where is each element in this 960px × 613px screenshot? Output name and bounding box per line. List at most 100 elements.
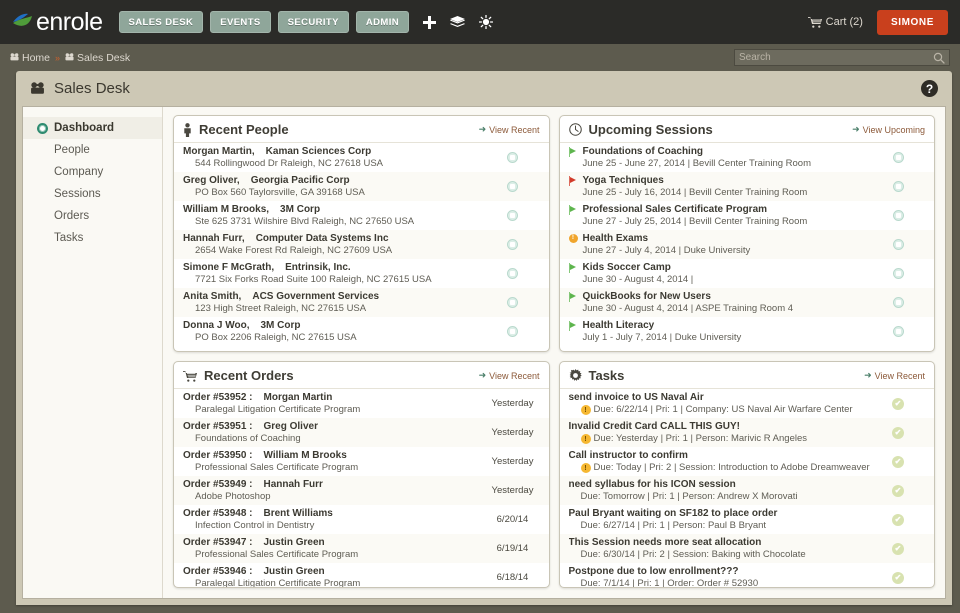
detail-icon[interactable] bbox=[892, 268, 904, 279]
sidebar-item-people[interactable]: People bbox=[23, 139, 162, 161]
help-icon[interactable]: ? bbox=[921, 80, 938, 97]
list-item[interactable]: Order #53950 : William M Brooks Professio… bbox=[174, 447, 549, 476]
list-item[interactable]: Order #53951 : Greg Oliver Foundations of… bbox=[174, 418, 549, 447]
list-item[interactable]: Morgan Martin, Kaman Sciences Corp 544 Ro… bbox=[174, 143, 549, 172]
search-input[interactable] bbox=[739, 52, 933, 63]
detail-icon[interactable] bbox=[507, 326, 518, 337]
complete-task-icon[interactable]: ✔ bbox=[892, 397, 904, 410]
list-item[interactable]: Order #53949 : Hannah Furr Adobe Photosho… bbox=[174, 476, 549, 505]
recent-orders-list: Order #53952 : Morgan Martin Paralegal Li… bbox=[174, 389, 549, 587]
sidebar-item-dashboard[interactable]: Dashboard bbox=[23, 117, 162, 139]
detail-icon[interactable] bbox=[892, 152, 904, 163]
sidebar-item-label: People bbox=[54, 144, 90, 156]
sidebar-item-tasks[interactable]: Tasks bbox=[23, 227, 162, 249]
top-navigation-bar: enrole SALES DESK EVENTS SECURITY ADMIN bbox=[0, 0, 960, 44]
view-recent-people-link[interactable]: ➜ View Recent bbox=[479, 124, 540, 135]
sun-icon[interactable] bbox=[479, 15, 494, 29]
complete-task-icon[interactable]: ✔ bbox=[892, 426, 904, 439]
list-item[interactable]: Postpone due to low enrollment??? Due: 7… bbox=[560, 563, 935, 587]
complete-task-icon[interactable]: ✔ bbox=[892, 513, 904, 526]
list-item[interactable]: Order #53948 : Brent Williams Infection C… bbox=[174, 505, 549, 534]
list-item[interactable]: William M Brooks, 3M Corp Ste 625 3731 Wi… bbox=[174, 201, 549, 230]
list-item[interactable]: Order #53952 : Morgan Martin Paralegal Li… bbox=[174, 389, 549, 418]
card-recent-orders: Recent Orders ➜ View Recent Order #53952… bbox=[173, 361, 550, 588]
view-recent-orders-link[interactable]: ➜ View Recent bbox=[479, 370, 540, 381]
list-item[interactable]: Health Literacy July 1 - July 7, 2014 | … bbox=[560, 317, 935, 346]
logo[interactable]: enrole bbox=[12, 8, 103, 37]
status-flag-green-icon bbox=[568, 320, 578, 331]
complete-task-icon[interactable]: ✔ bbox=[892, 455, 904, 468]
search-bar[interactable] bbox=[734, 49, 950, 66]
list-item[interactable]: Professional Sales Certificate Program J… bbox=[560, 201, 935, 230]
nav-quick-icons bbox=[423, 15, 494, 29]
detail-icon[interactable] bbox=[892, 210, 904, 221]
person-name: Morgan Martin, bbox=[183, 146, 255, 157]
detail-icon[interactable] bbox=[507, 239, 518, 250]
list-item[interactable]: Foundations of Coaching June 25 - June 2… bbox=[560, 143, 935, 172]
session-detail: June 27 - July 4, 2014 | Duke University bbox=[582, 245, 751, 256]
order-number: Order #53952 : bbox=[183, 392, 253, 403]
card-header: Tasks ➜ View Recent bbox=[559, 362, 934, 389]
task-name: send invoice to US Naval Air bbox=[568, 392, 704, 403]
detail-icon[interactable] bbox=[507, 152, 518, 163]
list-item[interactable]: Kids Soccer Camp June 30 - August 4, 201… bbox=[560, 259, 935, 288]
session-detail: June 25 - June 27, 2014 | Bevill Center … bbox=[582, 158, 812, 169]
sidebar-item-orders[interactable]: Orders bbox=[23, 205, 162, 227]
detail-icon[interactable] bbox=[507, 210, 518, 221]
complete-task-icon[interactable]: ✔ bbox=[892, 571, 904, 584]
order-date: 6/18/14 bbox=[496, 572, 529, 583]
nav-button-events[interactable]: EVENTS bbox=[210, 11, 271, 33]
list-item[interactable]: Invalid Credit Card CALL THIS GUY! ! Due:… bbox=[559, 418, 934, 447]
user-menu-button[interactable]: SIMONE bbox=[876, 9, 948, 35]
search-icon[interactable] bbox=[933, 52, 945, 64]
list-item[interactable]: Yoga Techniques June 25 - July 16, 2014 … bbox=[559, 172, 934, 201]
session-name: Professional Sales Certificate Program bbox=[582, 204, 768, 215]
breadcrumb-item-sales-desk[interactable]: Sales Desk bbox=[65, 52, 130, 64]
sidebar-item-sessions[interactable]: Sessions bbox=[23, 183, 162, 205]
complete-task-icon[interactable]: ✔ bbox=[892, 484, 904, 497]
complete-task-icon[interactable]: ✔ bbox=[892, 542, 904, 555]
order-person: William M Brooks bbox=[263, 450, 347, 461]
list-item[interactable]: Donna J Woo, 3M Corp PO Box 2206 Raleigh,… bbox=[174, 317, 549, 346]
layers-icon[interactable] bbox=[450, 15, 466, 29]
plus-icon[interactable] bbox=[423, 15, 437, 29]
leaf-logo-icon bbox=[12, 13, 34, 31]
arrow-right-icon: ➜ bbox=[852, 124, 860, 134]
nav-button-security[interactable]: SECURITY bbox=[277, 11, 349, 33]
list-item[interactable]: Order #53946 : Justin Green Paralegal Lit… bbox=[174, 563, 549, 587]
sidebar-item-company[interactable]: Company bbox=[23, 161, 162, 183]
list-item[interactable]: Anita Smith, ACS Government Services 123 … bbox=[174, 288, 549, 317]
view-recent-tasks-link[interactable]: ➜ View Recent bbox=[864, 370, 925, 381]
list-item[interactable]: Order #53947 : Justin Green Professional … bbox=[174, 534, 549, 563]
detail-icon[interactable] bbox=[892, 297, 904, 308]
dashboard-content: Recent People ➜ View Recent Morgan Marti… bbox=[163, 107, 945, 598]
detail-icon[interactable] bbox=[892, 239, 904, 250]
list-item[interactable]: QuickBooks for New Users June 30 - Augus… bbox=[559, 288, 934, 317]
view-upcoming-sessions-link[interactable]: ➜ View Upcoming bbox=[852, 124, 925, 135]
detail-icon[interactable] bbox=[507, 268, 518, 279]
list-item[interactable]: send invoice to US Naval Air ! Due: 6/22/… bbox=[560, 389, 935, 418]
detail-icon[interactable] bbox=[892, 326, 904, 337]
detail-icon[interactable] bbox=[507, 181, 518, 192]
order-number: Order #53950 : bbox=[183, 450, 253, 461]
list-item[interactable]: This Session needs more seat allocation … bbox=[559, 534, 934, 563]
detail-icon[interactable] bbox=[892, 181, 904, 192]
list-item[interactable]: Simone F McGrath, Entrinsik, Inc. 7721 Si… bbox=[174, 259, 549, 288]
list-item[interactable]: Call instructor to confirm ! Due: Today |… bbox=[560, 447, 935, 476]
list-item[interactable]: need syllabus for his ICON session Due: … bbox=[559, 476, 934, 505]
order-date: 6/20/14 bbox=[496, 514, 529, 525]
card-link-label: View Recent bbox=[874, 370, 925, 381]
list-item[interactable]: ! Health Exams June 27 - July 4, 2014 | D… bbox=[559, 230, 934, 259]
list-item[interactable]: Paul Bryant waiting on SF182 to place or… bbox=[560, 505, 935, 534]
session-detail: June 27 - July 25, 2014 | Bevill Center … bbox=[582, 216, 808, 227]
breadcrumb-item-home[interactable]: Home bbox=[10, 52, 50, 64]
sidebar-item-label: Sessions bbox=[54, 188, 101, 200]
sidebar-item-label: Company bbox=[54, 166, 104, 178]
session-detail: July 1 - July 7, 2014 | Duke University bbox=[582, 332, 742, 343]
nav-button-admin[interactable]: ADMIN bbox=[355, 11, 410, 33]
nav-button-sales-desk[interactable]: SALES DESK bbox=[118, 11, 204, 33]
cart-button[interactable]: Cart (2) bbox=[807, 16, 863, 28]
list-item[interactable]: Greg Oliver, Georgia Pacific Corp PO Box … bbox=[174, 172, 549, 201]
list-item[interactable]: Hannah Furr, Computer Data Systems Inc 26… bbox=[174, 230, 549, 259]
detail-icon[interactable] bbox=[507, 297, 518, 308]
